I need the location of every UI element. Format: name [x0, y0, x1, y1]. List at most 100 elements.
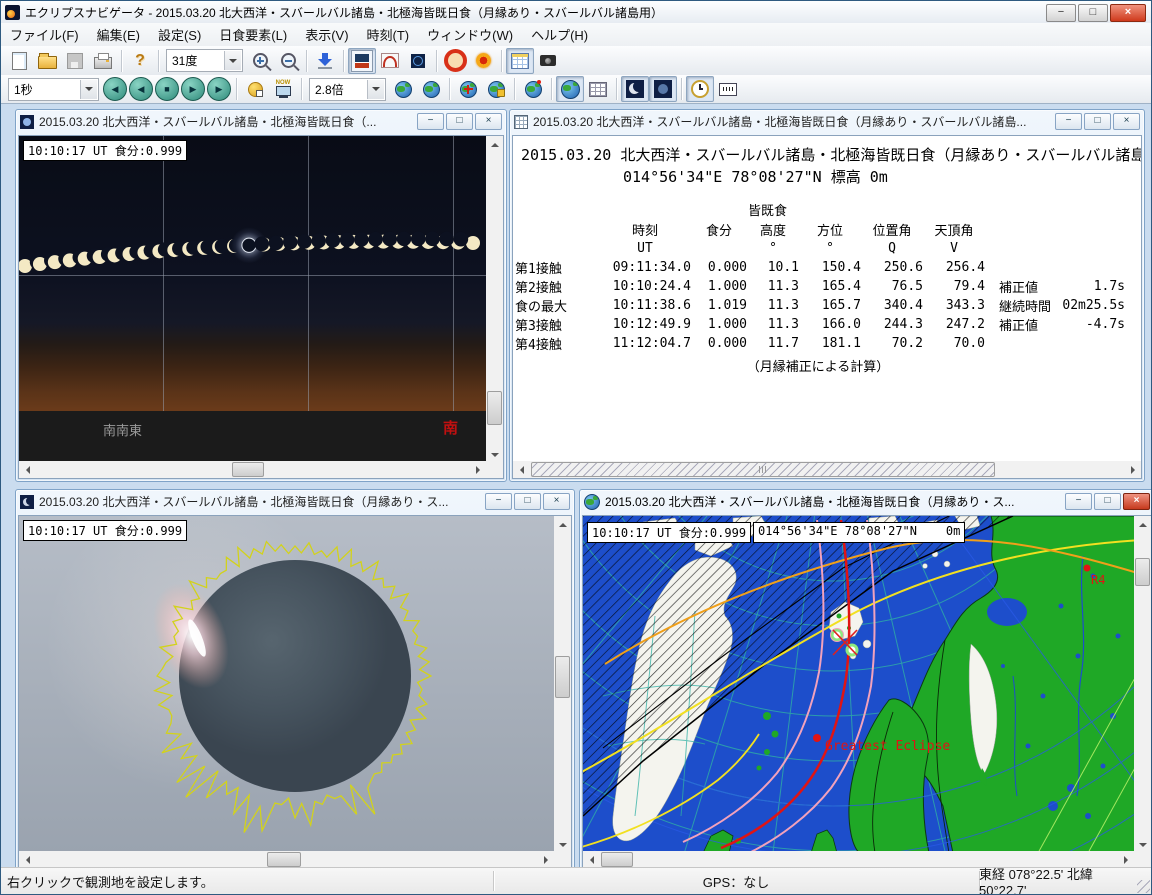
menu-help[interactable]: ヘルプ(H) — [522, 22, 597, 47]
scroll-right-arrow[interactable] — [537, 851, 554, 868]
menu-time[interactable]: 時刻(T) — [358, 22, 419, 47]
restore-button[interactable]: □ — [1094, 493, 1121, 510]
minimize-button[interactable]: − — [485, 493, 512, 510]
map-scale-select[interactable]: 2.8倍 — [309, 78, 386, 101]
save-file-button[interactable] — [61, 48, 89, 74]
vertical-scrollbar[interactable] — [486, 136, 503, 463]
maximize-button[interactable]: □ — [1078, 4, 1108, 22]
scroll-right-arrow[interactable] — [1124, 461, 1141, 478]
scroll-left-arrow[interactable] — [513, 461, 530, 478]
scroll-up-arrow[interactable] — [554, 516, 571, 533]
zoom-out-button[interactable] — [274, 48, 302, 74]
scroll-left-arrow[interactable] — [19, 851, 36, 868]
table-row: 第1接触09:11:34.0 0.00010.1 150.4250.6 256.… — [515, 258, 1125, 277]
close-button[interactable]: × — [475, 113, 502, 130]
minimize-button[interactable]: − — [1065, 493, 1092, 510]
menu-window[interactable]: ウィンドウ(W) — [418, 22, 522, 47]
grid-view-button[interactable] — [506, 48, 534, 74]
scrollbar-thumb[interactable] — [1135, 558, 1150, 586]
help-button[interactable]: ? — [126, 48, 154, 74]
horizontal-scrollbar[interactable] — [513, 461, 1141, 478]
map-window-titlebar[interactable]: 2015.03.20 北大西洋・スバールバル諸島・北極海皆既日食（月縁あり・ス.… — [580, 490, 1152, 513]
menu-view[interactable]: 表示(V) — [296, 22, 357, 47]
print-button[interactable] — [89, 48, 117, 74]
horizontal-scrollbar[interactable] — [19, 851, 554, 868]
sub-ut: UT — [599, 239, 691, 258]
data-window-titlebar[interactable]: 2015.03.20 北大西洋・スバールバル諸島・北極海皆既日食（月縁あり・スバ… — [510, 110, 1144, 133]
sky-canvas[interactable]: 10:10:17 UT 食分:0.999 南南東 南 — [19, 136, 486, 463]
scrollbar-thumb[interactable] — [267, 852, 301, 867]
minimize-button[interactable]: − — [1055, 113, 1082, 130]
close-button[interactable]: × — [1110, 4, 1146, 22]
scrollbar-thumb[interactable] — [232, 462, 264, 477]
open-file-button[interactable] — [33, 48, 61, 74]
scroll-left-arrow[interactable] — [583, 851, 600, 868]
horizontal-scrollbar[interactable] — [19, 461, 486, 478]
chevron-down-icon[interactable] — [224, 51, 241, 70]
corona-window-titlebar[interactable]: 2015.03.20 北大西洋・スバールバル諸島・北極海皆既日食（月縁あり・ス.… — [16, 490, 574, 513]
minimize-button[interactable]: − — [1046, 4, 1076, 22]
close-button[interactable]: × — [1123, 493, 1150, 510]
field-angle-select[interactable]: 31度 — [166, 49, 243, 72]
map-canvas[interactable]: Greatest Eclipse R4 10:10:17 UT 食分:0.999… — [583, 516, 1134, 853]
now-button[interactable]: NOW — [269, 76, 297, 102]
table-row: 食の最大10:11:38.6 1.01911.3 165.7340.4 343.… — [515, 296, 1125, 315]
menu-edit[interactable]: 編集(E) — [88, 22, 149, 47]
vertical-scrollbar[interactable] — [554, 516, 571, 853]
time-step-select[interactable]: 1秒 — [8, 78, 99, 101]
restore-button[interactable]: □ — [1084, 113, 1111, 130]
step-forward-button[interactable]: ▶ — [207, 77, 231, 101]
moon-view-button[interactable] — [621, 76, 649, 102]
set-time-button[interactable] — [241, 76, 269, 102]
clock-window-button[interactable] — [686, 76, 714, 102]
menu-settings[interactable]: 設定(S) — [149, 22, 210, 47]
diamond-ring-button[interactable] — [469, 48, 497, 74]
corona-canvas[interactable]: 10:10:17 UT 食分:0.999 — [19, 516, 554, 853]
step-backward-button[interactable]: ◀ — [103, 77, 127, 101]
map-window-button[interactable] — [556, 76, 584, 102]
scrollbar-thumb[interactable] — [531, 462, 995, 477]
scroll-right-arrow[interactable] — [469, 461, 486, 478]
scroll-up-arrow[interactable] — [486, 136, 503, 153]
counter-window-button[interactable] — [714, 76, 742, 102]
main-titlebar[interactable]: エクリプスナビゲータ - 2015.03.20 北大西洋・スバールバル諸島・北極… — [1, 1, 1151, 24]
camera-button[interactable] — [534, 48, 562, 74]
chevron-down-icon[interactable] — [367, 80, 384, 99]
stop-button[interactable]: ■ — [155, 77, 179, 101]
horizon-view-button[interactable] — [348, 48, 376, 74]
capture-button[interactable] — [311, 48, 339, 74]
map-pin-button[interactable] — [519, 76, 547, 102]
scroll-left-arrow[interactable] — [19, 461, 36, 478]
resize-grip[interactable] — [1137, 880, 1150, 893]
menu-file[interactable]: ファイル(F) — [1, 22, 88, 47]
play-forward-button[interactable]: ▶ — [181, 77, 205, 101]
corona-ring-button[interactable] — [441, 48, 469, 74]
close-button[interactable]: × — [1113, 113, 1140, 130]
restore-button[interactable]: □ — [446, 113, 473, 130]
menu-eclipse-elements[interactable]: 日食要素(L) — [210, 22, 296, 47]
sky-view-button[interactable] — [404, 48, 432, 74]
chevron-down-icon[interactable] — [80, 80, 97, 99]
map-pick-button[interactable] — [482, 76, 510, 102]
eclipse-data-report[interactable]: 2015.03.20 北大西洋・スバールバル諸島・北極海皆既日食（月縁あり・スバ… — [513, 136, 1141, 463]
close-button[interactable]: × — [543, 493, 570, 510]
map-zoom-out-button[interactable] — [417, 76, 445, 102]
vertical-scrollbar[interactable] — [1134, 516, 1151, 853]
map-zoom-in-button[interactable] — [389, 76, 417, 102]
zoom-in-button[interactable] — [246, 48, 274, 74]
play-backward-button[interactable]: ◀ — [129, 77, 153, 101]
restore-button[interactable]: □ — [514, 493, 541, 510]
eclipse-view-button[interactable] — [649, 76, 677, 102]
report-location: 014°56'34"E 78°08'27"N 標高 0m — [623, 166, 888, 187]
new-file-button[interactable] — [5, 48, 33, 74]
scrollbar-thumb[interactable] — [487, 391, 502, 425]
scrollbar-thumb[interactable] — [601, 852, 633, 867]
scroll-up-arrow[interactable] — [1134, 516, 1151, 533]
scrollbar-thumb[interactable] — [555, 656, 570, 698]
map-center-button[interactable] — [454, 76, 482, 102]
map-window-title: 2015.03.20 北大西洋・スバールバル諸島・北極海皆既日食（月縁あり・ス.… — [605, 493, 1014, 510]
dome-view-button[interactable] — [376, 48, 404, 74]
minimize-button[interactable]: − — [417, 113, 444, 130]
data-table-button[interactable] — [584, 76, 612, 102]
sky-window-titlebar[interactable]: 2015.03.20 北大西洋・スバールバル諸島・北極海皆既日食（... − □… — [16, 110, 506, 133]
